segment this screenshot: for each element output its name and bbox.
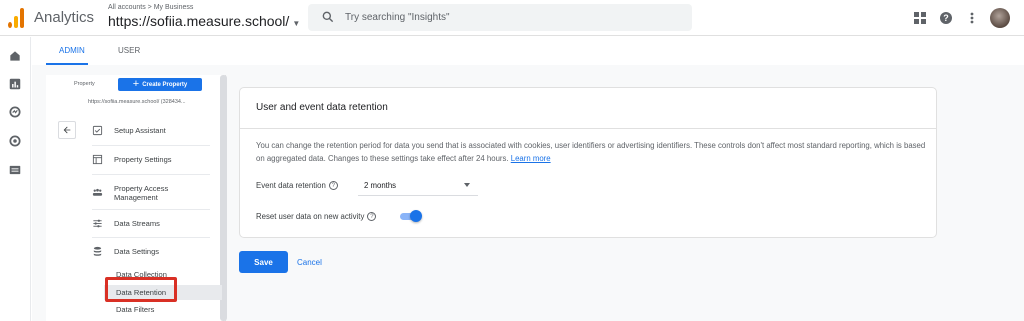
- people-icon: [92, 188, 103, 196]
- event-retention-dropdown[interactable]: 2 months: [358, 176, 478, 196]
- configure-icon[interactable]: [8, 163, 22, 177]
- sidebar-item-label: Data Streams: [114, 219, 160, 228]
- event-retention-field-label: Event data retention?: [256, 181, 338, 191]
- analytics-logo-icon[interactable]: [8, 8, 24, 28]
- account-breadcrumb[interactable]: All accounts > My Business: [108, 4, 193, 11]
- event-retention-label: Event data retention: [256, 181, 326, 190]
- search-bar[interactable]: Try searching "Insights": [308, 4, 692, 31]
- create-property-label: Create Property: [142, 81, 188, 88]
- search-placeholder: Try searching "Insights": [345, 12, 450, 23]
- more-vert-icon[interactable]: [964, 10, 980, 26]
- divider: [240, 128, 936, 129]
- apps-grid-icon[interactable]: [912, 10, 928, 26]
- sidebar-item-label: Setup Assistant: [114, 126, 166, 135]
- reset-user-data-toggle[interactable]: [400, 210, 422, 222]
- database-icon: [93, 246, 102, 256]
- account-name: https://sofiia.measure.school/: [108, 13, 290, 29]
- sidebar-subitem-data-filters[interactable]: Data Filters: [116, 305, 154, 314]
- tab-admin[interactable]: ADMIN: [59, 46, 85, 55]
- cancel-button[interactable]: Cancel: [297, 258, 322, 267]
- explore-icon[interactable]: [8, 105, 22, 119]
- settings-page-icon: [92, 154, 103, 165]
- home-icon[interactable]: [8, 49, 22, 63]
- reports-icon[interactable]: [8, 77, 22, 91]
- create-property-button[interactable]: + Create Property: [118, 78, 202, 91]
- divider: [92, 237, 210, 238]
- toggle-knob: [410, 210, 422, 222]
- search-icon: [322, 11, 334, 23]
- tab-user[interactable]: USER: [118, 46, 140, 55]
- sidebar-item-label: Property Settings: [114, 155, 172, 164]
- event-retention-value: 2 months: [364, 181, 397, 190]
- plus-icon: +: [132, 78, 140, 90]
- back-button[interactable]: [58, 121, 76, 139]
- reset-user-data-field-label: Reset user data on new activity?: [256, 212, 377, 222]
- highlight-annotation-box: [105, 277, 177, 302]
- avatar[interactable]: [990, 8, 1010, 28]
- account-selector[interactable]: https://sofiia.measure.school/▼: [108, 13, 300, 29]
- left-rail: [0, 37, 31, 321]
- sidebar-item-label: Data Settings: [114, 247, 160, 256]
- active-tab-indicator: [46, 63, 88, 65]
- divider: [92, 209, 210, 210]
- admin-tabs: ADMIN USER: [32, 37, 1024, 65]
- card-title: User and event data retention: [256, 102, 388, 113]
- reset-user-data-label: Reset user data on new activity: [256, 212, 365, 221]
- property-selector[interactable]: https://sofiia.measure.school/ (328434..…: [88, 99, 186, 105]
- app-name: Analytics: [34, 9, 95, 26]
- sidebar-item-label: Property Access Management: [114, 184, 169, 202]
- save-button[interactable]: Save: [239, 251, 288, 273]
- card-description: You can change the retention period for …: [256, 140, 926, 165]
- dropdown-arrow-icon: [464, 183, 470, 187]
- checkbox-icon: [92, 125, 103, 136]
- data-retention-card: User and event data retention You can ch…: [239, 87, 937, 238]
- top-app-bar: Analytics All accounts > My Business htt…: [0, 0, 1024, 36]
- advertising-icon[interactable]: [8, 134, 22, 148]
- divider: [92, 174, 210, 175]
- learn-more-link[interactable]: Learn more: [511, 154, 551, 163]
- help-icon[interactable]: ?: [328, 181, 338, 191]
- chevron-down-icon: ▼: [292, 19, 301, 28]
- help-icon[interactable]: ?: [367, 212, 377, 222]
- property-label: Property: [74, 81, 95, 87]
- help-icon[interactable]: ?: [938, 10, 954, 26]
- streams-icon: [93, 219, 102, 228]
- arrow-back-icon: [63, 126, 71, 134]
- divider: [92, 145, 210, 146]
- description-text: You can change the retention period for …: [256, 141, 926, 163]
- main-area: ADMIN USER Property + Create Property ht…: [32, 37, 1024, 321]
